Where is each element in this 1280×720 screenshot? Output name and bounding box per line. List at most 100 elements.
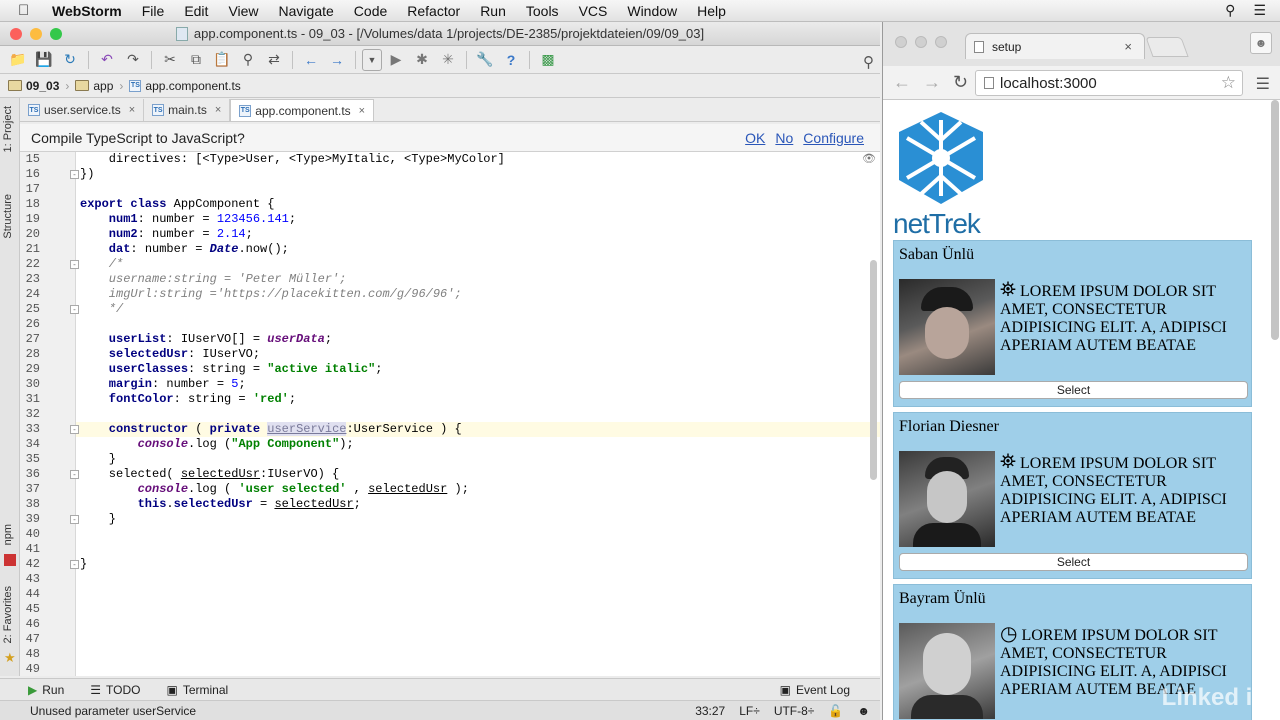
- breadcrumb: 09_03 › app › TS app.component.ts: [0, 74, 880, 98]
- user-description: ⛯ LOREM IPSUM DOLOR SIT AMET, CONSECTETUR…: [1000, 451, 1227, 526]
- no-link[interactable]: No: [775, 130, 793, 146]
- eye-icon[interactable]: 👁: [862, 152, 876, 165]
- tool-window-bar: ▶ Run ☰ TODO ▣ Terminal ▣ Event Log: [0, 678, 880, 700]
- debug-icon[interactable]: ✱: [410, 49, 434, 71]
- menu-refactor[interactable]: Refactor: [407, 3, 460, 19]
- replace-icon[interactable]: ⇄: [262, 49, 286, 71]
- coverage-icon[interactable]: ✳: [436, 49, 460, 71]
- line-number: 26: [25, 317, 40, 331]
- todo-tool-button[interactable]: ☰ TODO: [90, 683, 140, 697]
- menu-icon[interactable]: ☰: [1256, 74, 1270, 94]
- address-bar[interactable]: localhost:3000 ☆: [975, 70, 1243, 96]
- tab-user-service[interactable]: TS user.service.ts ×: [20, 99, 145, 121]
- cut-icon[interactable]: ✂: [158, 49, 182, 71]
- select-button[interactable]: Select: [899, 553, 1248, 571]
- close-tab-icon[interactable]: ×: [1124, 39, 1132, 54]
- bookmark-star-icon[interactable]: ☆: [1221, 73, 1236, 93]
- ok-link[interactable]: OK: [745, 130, 765, 146]
- line-separator[interactable]: LF÷: [739, 704, 760, 718]
- terminal-tool-button[interactable]: ▣ Terminal: [166, 683, 228, 697]
- structure-tool-button[interactable]: Structure: [2, 194, 14, 239]
- fold-marker-icon[interactable]: -: [70, 515, 79, 524]
- cursor-position[interactable]: 33:27: [695, 704, 725, 718]
- event-log-tool-button[interactable]: ▣ Event Log: [780, 683, 850, 697]
- run-tool-button[interactable]: ▶ Run: [28, 683, 64, 697]
- settings-icon[interactable]: 🔧: [473, 49, 497, 71]
- user-profile-icon[interactable]: ☻: [1250, 32, 1272, 54]
- forward-arrow-icon[interactable]: →: [923, 72, 941, 93]
- tab-app-component[interactable]: TS app.component.ts ×: [230, 99, 375, 121]
- menu-view[interactable]: View: [228, 3, 258, 19]
- configure-link[interactable]: Configure: [803, 130, 864, 146]
- menu-window[interactable]: Window: [627, 3, 677, 19]
- menu-vcs[interactable]: VCS: [579, 3, 608, 19]
- run-icon[interactable]: ▶: [384, 49, 408, 71]
- menu-file[interactable]: File: [142, 3, 165, 19]
- tab-main[interactable]: TS main.ts ×: [144, 99, 231, 121]
- redo-icon[interactable]: ↷: [121, 49, 145, 71]
- select-button[interactable]: Select: [899, 381, 1248, 399]
- page-scrollbar[interactable]: [1271, 100, 1279, 340]
- fold-marker-icon[interactable]: -: [70, 560, 79, 569]
- menu-app-name[interactable]: WebStorm: [52, 3, 122, 19]
- minimize-window-button[interactable]: [30, 28, 42, 40]
- user-name: Saban Ünlü: [899, 246, 975, 263]
- close-window-button[interactable]: [895, 36, 907, 48]
- reload-icon[interactable]: ↻: [953, 72, 968, 93]
- menu-code[interactable]: Code: [354, 3, 387, 19]
- zoom-window-button[interactable]: [50, 28, 62, 40]
- code-line-37: console.log ( 'user selected' , selected…: [80, 482, 469, 496]
- spotlight-search-icon[interactable]: ⚲: [1225, 2, 1235, 19]
- paste-icon[interactable]: 📋: [210, 49, 234, 71]
- close-tab-icon[interactable]: ×: [129, 104, 135, 116]
- minimize-window-button[interactable]: [915, 36, 927, 48]
- find-icon[interactable]: ⚲: [236, 49, 260, 71]
- plugin-icon[interactable]: ▩: [536, 49, 560, 71]
- close-window-button[interactable]: [10, 28, 22, 40]
- run-config-dropdown[interactable]: ▼: [362, 48, 382, 71]
- line-number: 29: [25, 362, 40, 376]
- new-tab-button[interactable]: [1145, 37, 1189, 57]
- fold-marker-icon[interactable]: -: [70, 170, 79, 179]
- favorites-tool-button[interactable]: 2: Favorites: [2, 586, 14, 643]
- save-all-icon[interactable]: 💾: [32, 49, 56, 71]
- project-tool-button[interactable]: 1: Project: [2, 106, 14, 152]
- fold-marker-icon[interactable]: -: [70, 305, 79, 314]
- toolbar-divider: [466, 50, 467, 69]
- open-folder-icon[interactable]: 📁: [6, 49, 30, 71]
- file-encoding[interactable]: UTF-8÷: [774, 704, 815, 718]
- zoom-window-button[interactable]: [935, 36, 947, 48]
- close-tab-icon[interactable]: ×: [215, 104, 221, 116]
- back-icon[interactable]: ←: [299, 49, 323, 71]
- close-tab-icon[interactable]: ×: [359, 105, 365, 117]
- help-icon[interactable]: ?: [499, 49, 523, 71]
- breadcrumb-project[interactable]: 09_03: [8, 79, 59, 93]
- npm-tool-button[interactable]: npm: [2, 524, 14, 545]
- line-number: 16: [25, 167, 40, 181]
- synchronize-icon[interactable]: ↻: [58, 49, 82, 71]
- fold-marker-icon[interactable]: -: [70, 425, 79, 434]
- editor-scrollbar[interactable]: [870, 260, 877, 480]
- search-everywhere-icon[interactable]: ⚲: [863, 53, 874, 71]
- line-number: 34: [25, 437, 40, 451]
- fold-marker-icon[interactable]: -: [70, 260, 79, 269]
- inspector-icon[interactable]: ☻: [857, 704, 870, 718]
- code-editor[interactable]: 15 16 17 18 19 20 21 22 23 24 25 26 27 28 29 30 31 32 33 34…: [20, 152, 880, 676]
- forward-icon[interactable]: →: [325, 49, 349, 71]
- copy-icon[interactable]: ⧉: [184, 49, 208, 71]
- menu-tools[interactable]: Tools: [526, 3, 559, 19]
- breadcrumb-file[interactable]: TS app.component.ts: [129, 79, 241, 93]
- apple-icon[interactable]: : [18, 2, 40, 19]
- menu-navigate[interactable]: Navigate: [279, 3, 334, 19]
- notification-center-icon[interactable]: ☰: [1253, 2, 1266, 19]
- back-arrow-icon[interactable]: ←: [893, 72, 911, 93]
- breadcrumb-app[interactable]: app: [75, 79, 113, 93]
- undo-icon[interactable]: ↶: [95, 49, 119, 71]
- menu-edit[interactable]: Edit: [184, 3, 208, 19]
- menu-help[interactable]: Help: [697, 3, 726, 19]
- fold-marker-icon[interactable]: -: [70, 470, 79, 479]
- menu-run[interactable]: Run: [480, 3, 506, 19]
- browser-tab[interactable]: setup ×: [965, 33, 1145, 59]
- clock-icon: ◷: [1000, 623, 1018, 645]
- lock-icon[interactable]: 🔓: [828, 704, 843, 718]
